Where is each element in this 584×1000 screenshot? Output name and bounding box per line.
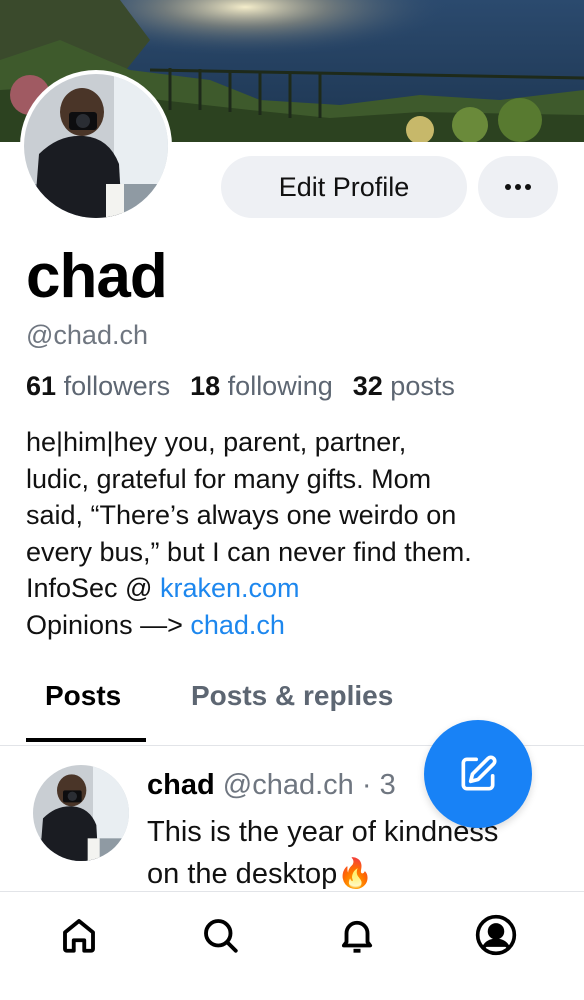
nav-notifications[interactable] [333, 911, 381, 959]
bio-line: he|him|hey you, parent, partner, [26, 427, 407, 457]
home-icon [63, 919, 95, 953]
bio-line: every bus,” but I can never find them. [26, 536, 472, 567]
profile-avatar[interactable] [20, 70, 172, 222]
followers-count: 61 [26, 371, 57, 401]
post-text-line: on the desktop🔥 [147, 853, 567, 895]
post-author-name[interactable]: chad [147, 769, 215, 801]
fire-emoji: 🔥 [337, 858, 374, 890]
nav-profile[interactable] [472, 911, 520, 959]
posts-label: posts [390, 371, 455, 401]
post-body: This is the year of kindness on the desk… [147, 811, 567, 895]
post-text: on the desktop [147, 858, 338, 890]
post-separator: · [361, 769, 372, 801]
posts-stat: 32 posts [353, 371, 455, 402]
compose-button[interactable] [424, 720, 532, 828]
profile-bio: he|him|hey you, parent, partner, ludic, … [26, 424, 576, 643]
followers-stat[interactable]: 61 followers [26, 371, 170, 402]
more-options-button[interactable] [478, 156, 558, 218]
following-count: 18 [190, 371, 221, 401]
post-author-handle: @chad.ch [222, 769, 354, 801]
bio-line: InfoSec @ kraken.com [26, 570, 576, 607]
bio-link-kraken[interactable]: kraken.com [160, 573, 300, 603]
bottom-navigation [0, 893, 584, 1000]
posts-count: 32 [352, 371, 383, 401]
display-name: chad [26, 242, 168, 311]
ellipsis-icon [505, 184, 531, 190]
post-author-avatar[interactable] [33, 765, 129, 861]
edit-profile-button[interactable]: Edit Profile [221, 156, 467, 218]
bio-link-website[interactable]: chad.ch [190, 610, 285, 640]
tab-posts-and-replies[interactable]: Posts & replies [191, 680, 393, 712]
following-label: following [227, 371, 333, 401]
followers-label: followers [63, 371, 171, 401]
nav-home[interactable] [55, 911, 103, 959]
bio-text: InfoSec @ [26, 573, 160, 603]
active-tab-indicator [26, 738, 146, 742]
notifications-icon [341, 920, 373, 953]
bio-line: ludic, grateful for many gifts. Mom [26, 463, 432, 494]
nav-search[interactable] [196, 911, 244, 959]
bio-text: Opinions —> [26, 609, 191, 640]
post-header: chad @chad.ch · 3 [147, 769, 396, 802]
bio-line: Opinions —> chad.ch [26, 607, 576, 644]
profile-stats: 61 followers 18 following 32 posts [26, 371, 455, 402]
profile-handle: @chad.ch [26, 320, 148, 350]
compose-icon [461, 755, 497, 791]
following-stat[interactable]: 18 following [190, 371, 333, 402]
profile-icon [475, 914, 517, 956]
tab-posts[interactable]: Posts [45, 680, 121, 712]
post-time: 3 [379, 769, 396, 801]
bio-line: said, “There’s always one weirdo on [26, 500, 457, 530]
search-icon [204, 919, 238, 953]
